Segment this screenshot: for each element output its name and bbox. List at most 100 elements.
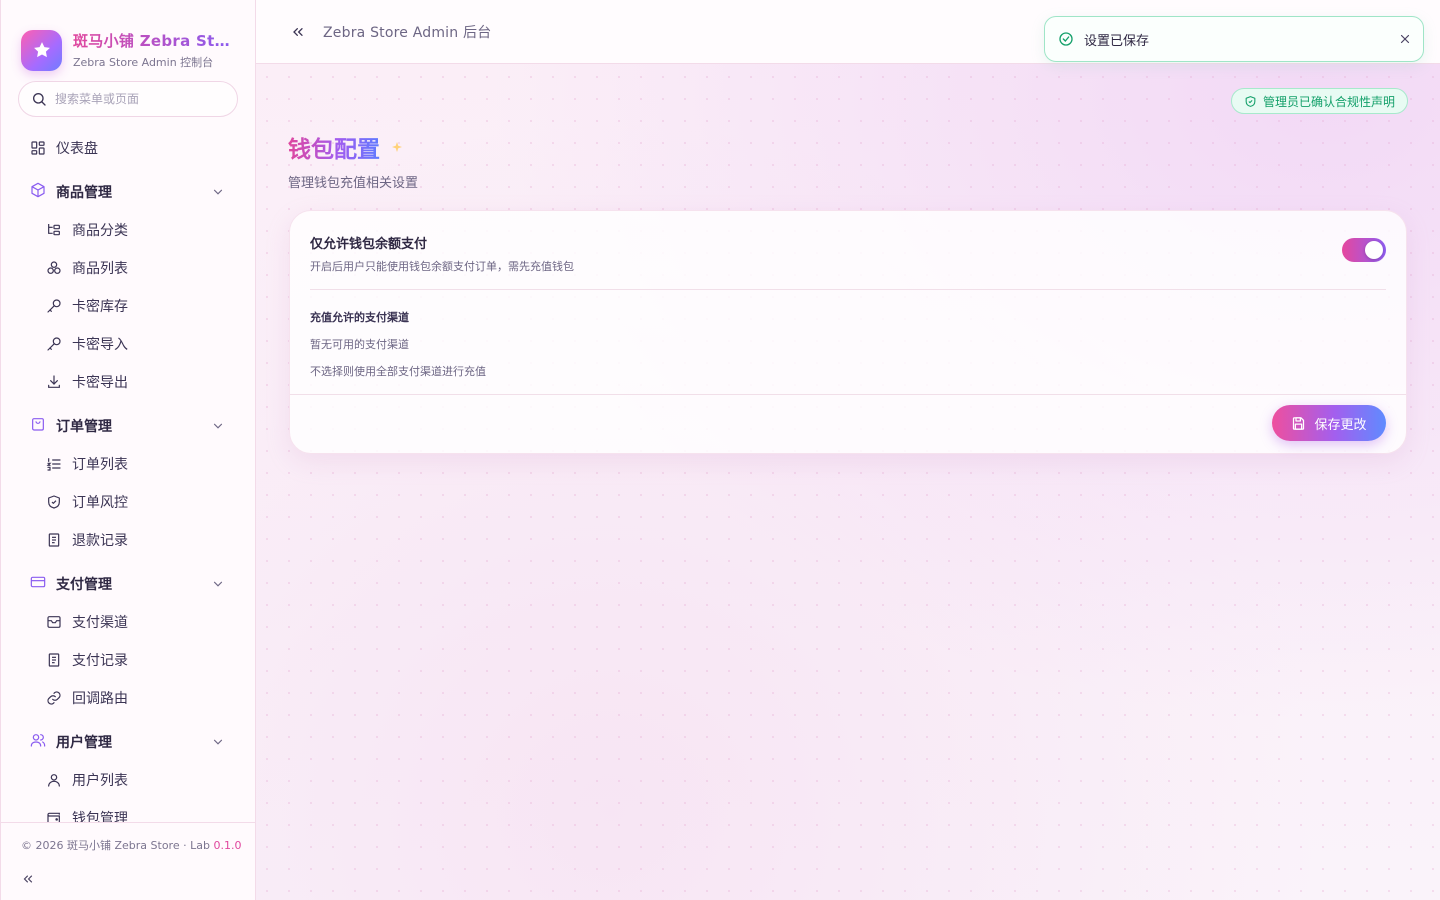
users-icon xyxy=(30,732,46,752)
wallet-icon xyxy=(46,810,62,822)
sidebar-item-dashboard[interactable]: 仪表盘 xyxy=(1,129,255,167)
tree-icon xyxy=(46,222,62,238)
credit-card-icon xyxy=(30,574,46,594)
sidebar-footer: © 2026 斑马小铺 Zebra Store · Lab 0.1.0 xyxy=(1,822,255,900)
page-title: 钱包配置 xyxy=(288,130,380,164)
sidebar-item-label: 用户列表 xyxy=(72,773,128,789)
shield-check-icon xyxy=(1245,95,1256,107)
toast-close-button[interactable] xyxy=(1387,21,1423,57)
sidebar-group-label: 订单管理 xyxy=(56,419,112,435)
document-icon xyxy=(46,532,62,548)
menu-search xyxy=(18,81,238,117)
dashboard-icon xyxy=(30,140,46,156)
chevron-down-icon xyxy=(213,739,223,745)
list-ordered-icon xyxy=(46,456,62,472)
sidebar-item-refund-records[interactable]: 退款记录 xyxy=(1,521,255,559)
sidebar-group-payments[interactable]: 支付管理 xyxy=(1,565,255,603)
channels-empty-text: 暂无可用的支付渠道 xyxy=(310,338,409,351)
shield-check-icon xyxy=(46,494,62,510)
brand: 斑马小铺 Zebra Store Zebra Store Admin 控制台 xyxy=(1,0,255,80)
sidebar-item-callback-routes[interactable]: 回调路由 xyxy=(1,679,255,717)
sidebar-item-payment-channels[interactable]: 支付渠道 xyxy=(1,603,255,641)
channels-label: 充值允许的支付渠道 xyxy=(310,311,409,324)
sidebar-item-label: 支付渠道 xyxy=(72,615,128,631)
sidebar-item-product-list[interactable]: 商品列表 xyxy=(1,249,255,287)
sidebar-item-label: 卡密库存 xyxy=(72,299,128,315)
star-icon xyxy=(33,42,50,58)
brand-subtitle: Zebra Store Admin 控制台 xyxy=(73,56,214,69)
sidebar-item-label: 商品列表 xyxy=(72,261,128,277)
sidebar-group-label: 用户管理 xyxy=(56,735,112,751)
wallet-only-setting: 仅允许钱包余额支付 开启后用户只能使用钱包余额支付订单，需先充值钱包 xyxy=(310,233,1386,290)
compliance-label: 管理员已确认合规性声明 xyxy=(1262,94,1395,109)
sidebar-group-users[interactable]: 用户管理 xyxy=(1,723,255,761)
sidebar-item-card-inventory[interactable]: 卡密库存 xyxy=(1,287,255,325)
download-icon xyxy=(46,374,62,390)
sidebar-item-label: 订单列表 xyxy=(72,457,128,473)
package-icon xyxy=(30,182,46,202)
save-button-label: 保存更改 xyxy=(1314,417,1367,433)
sidebar-item-card-import[interactable]: 卡密导入 xyxy=(1,325,255,363)
sidebar-group-label: 支付管理 xyxy=(56,577,112,593)
sidebar-collapse-button[interactable] xyxy=(21,869,49,889)
link-icon xyxy=(46,690,62,706)
success-toast: 设置已保存 xyxy=(1044,16,1424,62)
sidebar-toggle-button[interactable] xyxy=(290,24,306,40)
sidebar-item-user-list[interactable]: 用户列表 xyxy=(1,761,255,799)
user-icon xyxy=(46,772,62,788)
sidebar-item-label: 订单风控 xyxy=(72,495,128,511)
page-subtitle: 管理钱包充值相关设置 xyxy=(288,176,419,191)
main-content: Zebra Store Admin 后台 管理员已确认合规性声明 钱包配置 管理… xyxy=(256,0,1440,900)
sidebar-item-label: 钱包管理 xyxy=(72,811,128,822)
search-icon xyxy=(33,93,46,106)
compliance-badge: 管理员已确认合规性声明 xyxy=(1230,88,1408,114)
save-icon xyxy=(1293,416,1305,430)
sidebar-item-label: 仪表盘 xyxy=(56,141,98,157)
sidebar-item-label: 卡密导出 xyxy=(72,375,128,391)
copyright: © 2026 斑马小铺 Zebra Store · Lab 0.1.0 xyxy=(21,839,242,852)
key-icon xyxy=(46,298,62,314)
sidebar-group-products[interactable]: 商品管理 xyxy=(1,173,255,211)
check-circle-icon xyxy=(1059,32,1073,46)
search-input[interactable] xyxy=(55,92,225,106)
sidebar-item-label: 支付记录 xyxy=(72,653,128,669)
brand-title: 斑马小铺 Zebra Store xyxy=(73,32,233,50)
page-header: 钱包配置 管理钱包充值相关设置 xyxy=(288,130,418,191)
sidebar-item-label: 退款记录 xyxy=(72,533,128,549)
wallet-only-toggle[interactable] xyxy=(1342,238,1386,262)
sidebar-item-card-export[interactable]: 卡密导出 xyxy=(1,363,255,401)
save-changes-button[interactable]: 保存更改 xyxy=(1272,405,1386,441)
channels-hint: 不选择则使用全部支付渠道进行充值 xyxy=(310,365,486,378)
chevron-down-icon xyxy=(213,581,223,587)
chevrons-left-icon xyxy=(293,27,303,36)
sidebar-item-order-list[interactable]: 订单列表 xyxy=(1,445,255,483)
sidebar: 斑马小铺 Zebra Store Zebra Store Admin 控制台 仪… xyxy=(0,0,256,900)
version-label: 0.1.0 xyxy=(213,839,242,852)
sidebar-group-orders[interactable]: 订单管理 xyxy=(1,407,255,445)
chevron-down-icon xyxy=(213,189,223,195)
boxes-icon xyxy=(46,260,62,276)
card-footer: 保存更改 xyxy=(290,394,1406,454)
shopping-bag-icon xyxy=(30,416,46,436)
mailbox-icon xyxy=(46,614,62,630)
chevrons-left-icon xyxy=(23,875,33,883)
sidebar-item-label: 卡密导入 xyxy=(72,337,128,353)
document-icon xyxy=(46,652,62,668)
sparkle-icon xyxy=(391,138,403,157)
setting-description: 开启后用户只能使用钱包余额支付订单，需先充值钱包 xyxy=(310,260,574,273)
setting-title: 仅允许钱包余额支付 xyxy=(310,237,428,252)
sidebar-item-wallet-management[interactable]: 钱包管理 xyxy=(1,799,255,822)
topbar-title: Zebra Store Admin 后台 xyxy=(323,24,492,41)
sidebar-item-label: 商品分类 xyxy=(72,223,128,239)
chevron-down-icon xyxy=(213,423,223,429)
toggle-knob xyxy=(1365,241,1383,259)
toast-message: 设置已保存 xyxy=(1084,33,1150,49)
sidebar-item-payment-records[interactable]: 支付记录 xyxy=(1,641,255,679)
sidebar-item-product-categories[interactable]: 商品分类 xyxy=(1,211,255,249)
sidebar-item-order-risk[interactable]: 订单风控 xyxy=(1,483,255,521)
sidebar-group-label: 商品管理 xyxy=(56,185,112,201)
sidebar-menu: 仪表盘 商品管理 商品分类 商品列表 卡密库存 卡密导入 卡密导出 订单管理 订… xyxy=(1,117,255,822)
sidebar-item-label: 回调路由 xyxy=(72,691,128,707)
brand-logo[interactable] xyxy=(21,29,62,71)
wallet-settings-card: 仅允许钱包余额支付 开启后用户只能使用钱包余额支付订单，需先充值钱包 充值允许的… xyxy=(289,210,1407,454)
